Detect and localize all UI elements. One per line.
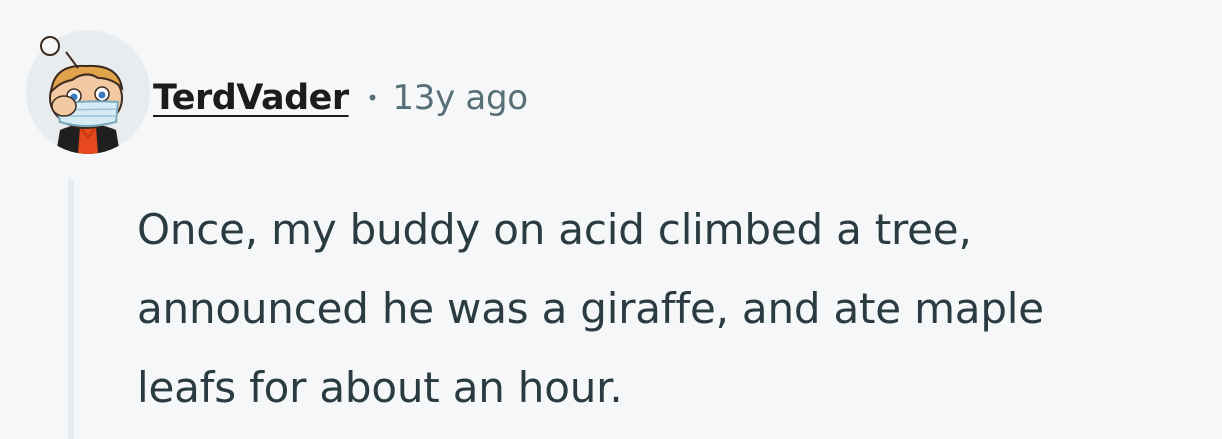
snoo-avatar-icon (26, 30, 150, 154)
comment-timestamp[interactable]: 13y ago (392, 78, 528, 118)
comment-body-line: Once, my buddy on acid climbed a tree, (137, 205, 972, 254)
comment-body-line: announced he was a giraffe, and ate mapl… (137, 284, 1044, 333)
avatar[interactable] (26, 30, 150, 154)
thread-line[interactable] (68, 179, 74, 439)
comment-meta: TerdVader • 13y ago (153, 68, 528, 128)
comment: TerdVader • 13y ago Once, my buddy on ac… (0, 0, 1222, 439)
comment-body: Once, my buddy on acid climbed a tree, a… (137, 190, 1217, 427)
meta-separator: • (366, 86, 379, 110)
author-link[interactable]: TerdVader (153, 78, 349, 118)
comment-body-line: leafs for about an hour. (137, 363, 623, 412)
